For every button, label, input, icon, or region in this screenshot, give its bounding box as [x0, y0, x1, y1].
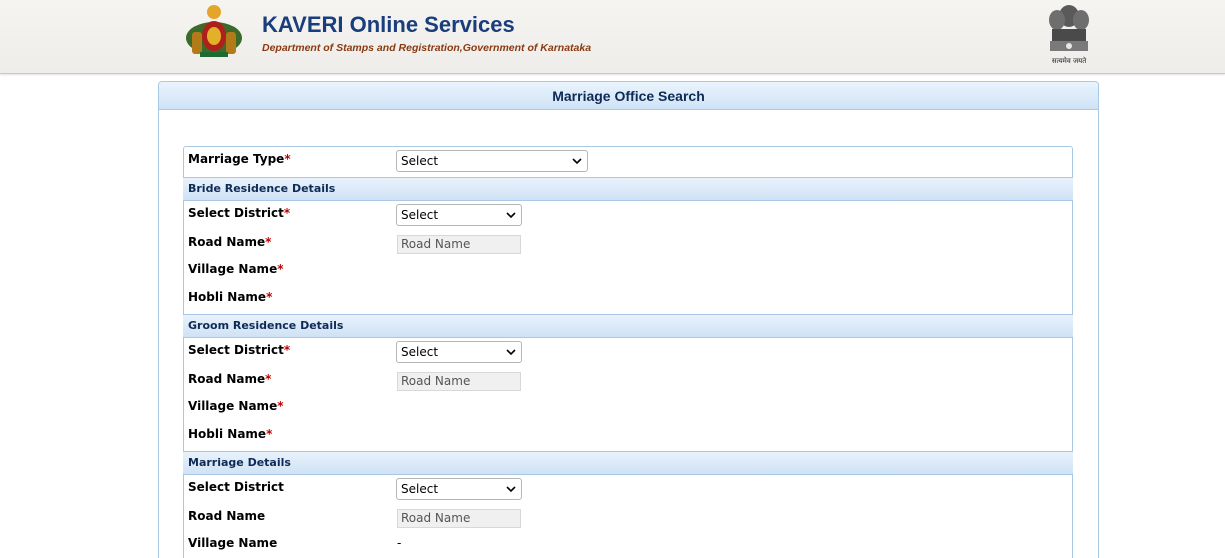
groom-district-label: Select District*	[188, 343, 291, 357]
chevron-down-icon	[506, 349, 516, 356]
bride-district-select[interactable]: Select	[396, 204, 522, 226]
search-form	[183, 146, 1073, 558]
marriage-section-header: Marriage Details	[183, 451, 1073, 475]
marriage-village-label: Village Name	[188, 536, 278, 550]
marriage-type-select[interactable]: Select	[396, 150, 588, 172]
site-subtitle: Department of Stamps and Registration,Go…	[262, 42, 592, 54]
groom-road-input[interactable]: Road Name	[397, 372, 521, 391]
marriage-road-input[interactable]: Road Name	[397, 509, 521, 528]
site-title: KAVERI Online Services	[262, 12, 515, 37]
groom-district-select[interactable]: Select	[396, 341, 522, 363]
groom-road-label: Road Name*	[188, 372, 272, 386]
chevron-down-icon	[572, 158, 582, 165]
emblem-motto: सत्यमेव जयते	[1051, 57, 1087, 65]
marriage-road-label: Road Name	[188, 509, 266, 523]
bride-district-label: Select District*	[188, 206, 291, 220]
karnataka-emblem-icon	[186, 5, 242, 57]
marriage-district-label: Select District	[188, 480, 284, 494]
chevron-down-icon	[506, 486, 516, 493]
chevron-down-icon	[506, 212, 516, 219]
bride-hobli-label: Hobli Name*	[188, 290, 273, 304]
bride-section-header: Bride Residence Details	[183, 177, 1073, 201]
bride-road-label: Road Name*	[188, 235, 272, 249]
groom-village-label: Village Name*	[188, 399, 284, 413]
bride-road-input[interactable]: Road Name	[397, 235, 521, 254]
marriage-type-label: Marriage Type*	[188, 152, 291, 166]
panel-title: Marriage Office Search	[159, 82, 1098, 110]
site-header: KAVERI Online Services Department of Sta…	[0, 0, 1225, 74]
groom-section-header: Groom Residence Details	[183, 314, 1073, 338]
bride-village-label: Village Name*	[188, 262, 284, 276]
groom-hobli-label: Hobli Name*	[188, 427, 273, 441]
marriage-village-value: -	[397, 536, 402, 550]
marriage-district-select[interactable]: Select	[396, 478, 522, 500]
